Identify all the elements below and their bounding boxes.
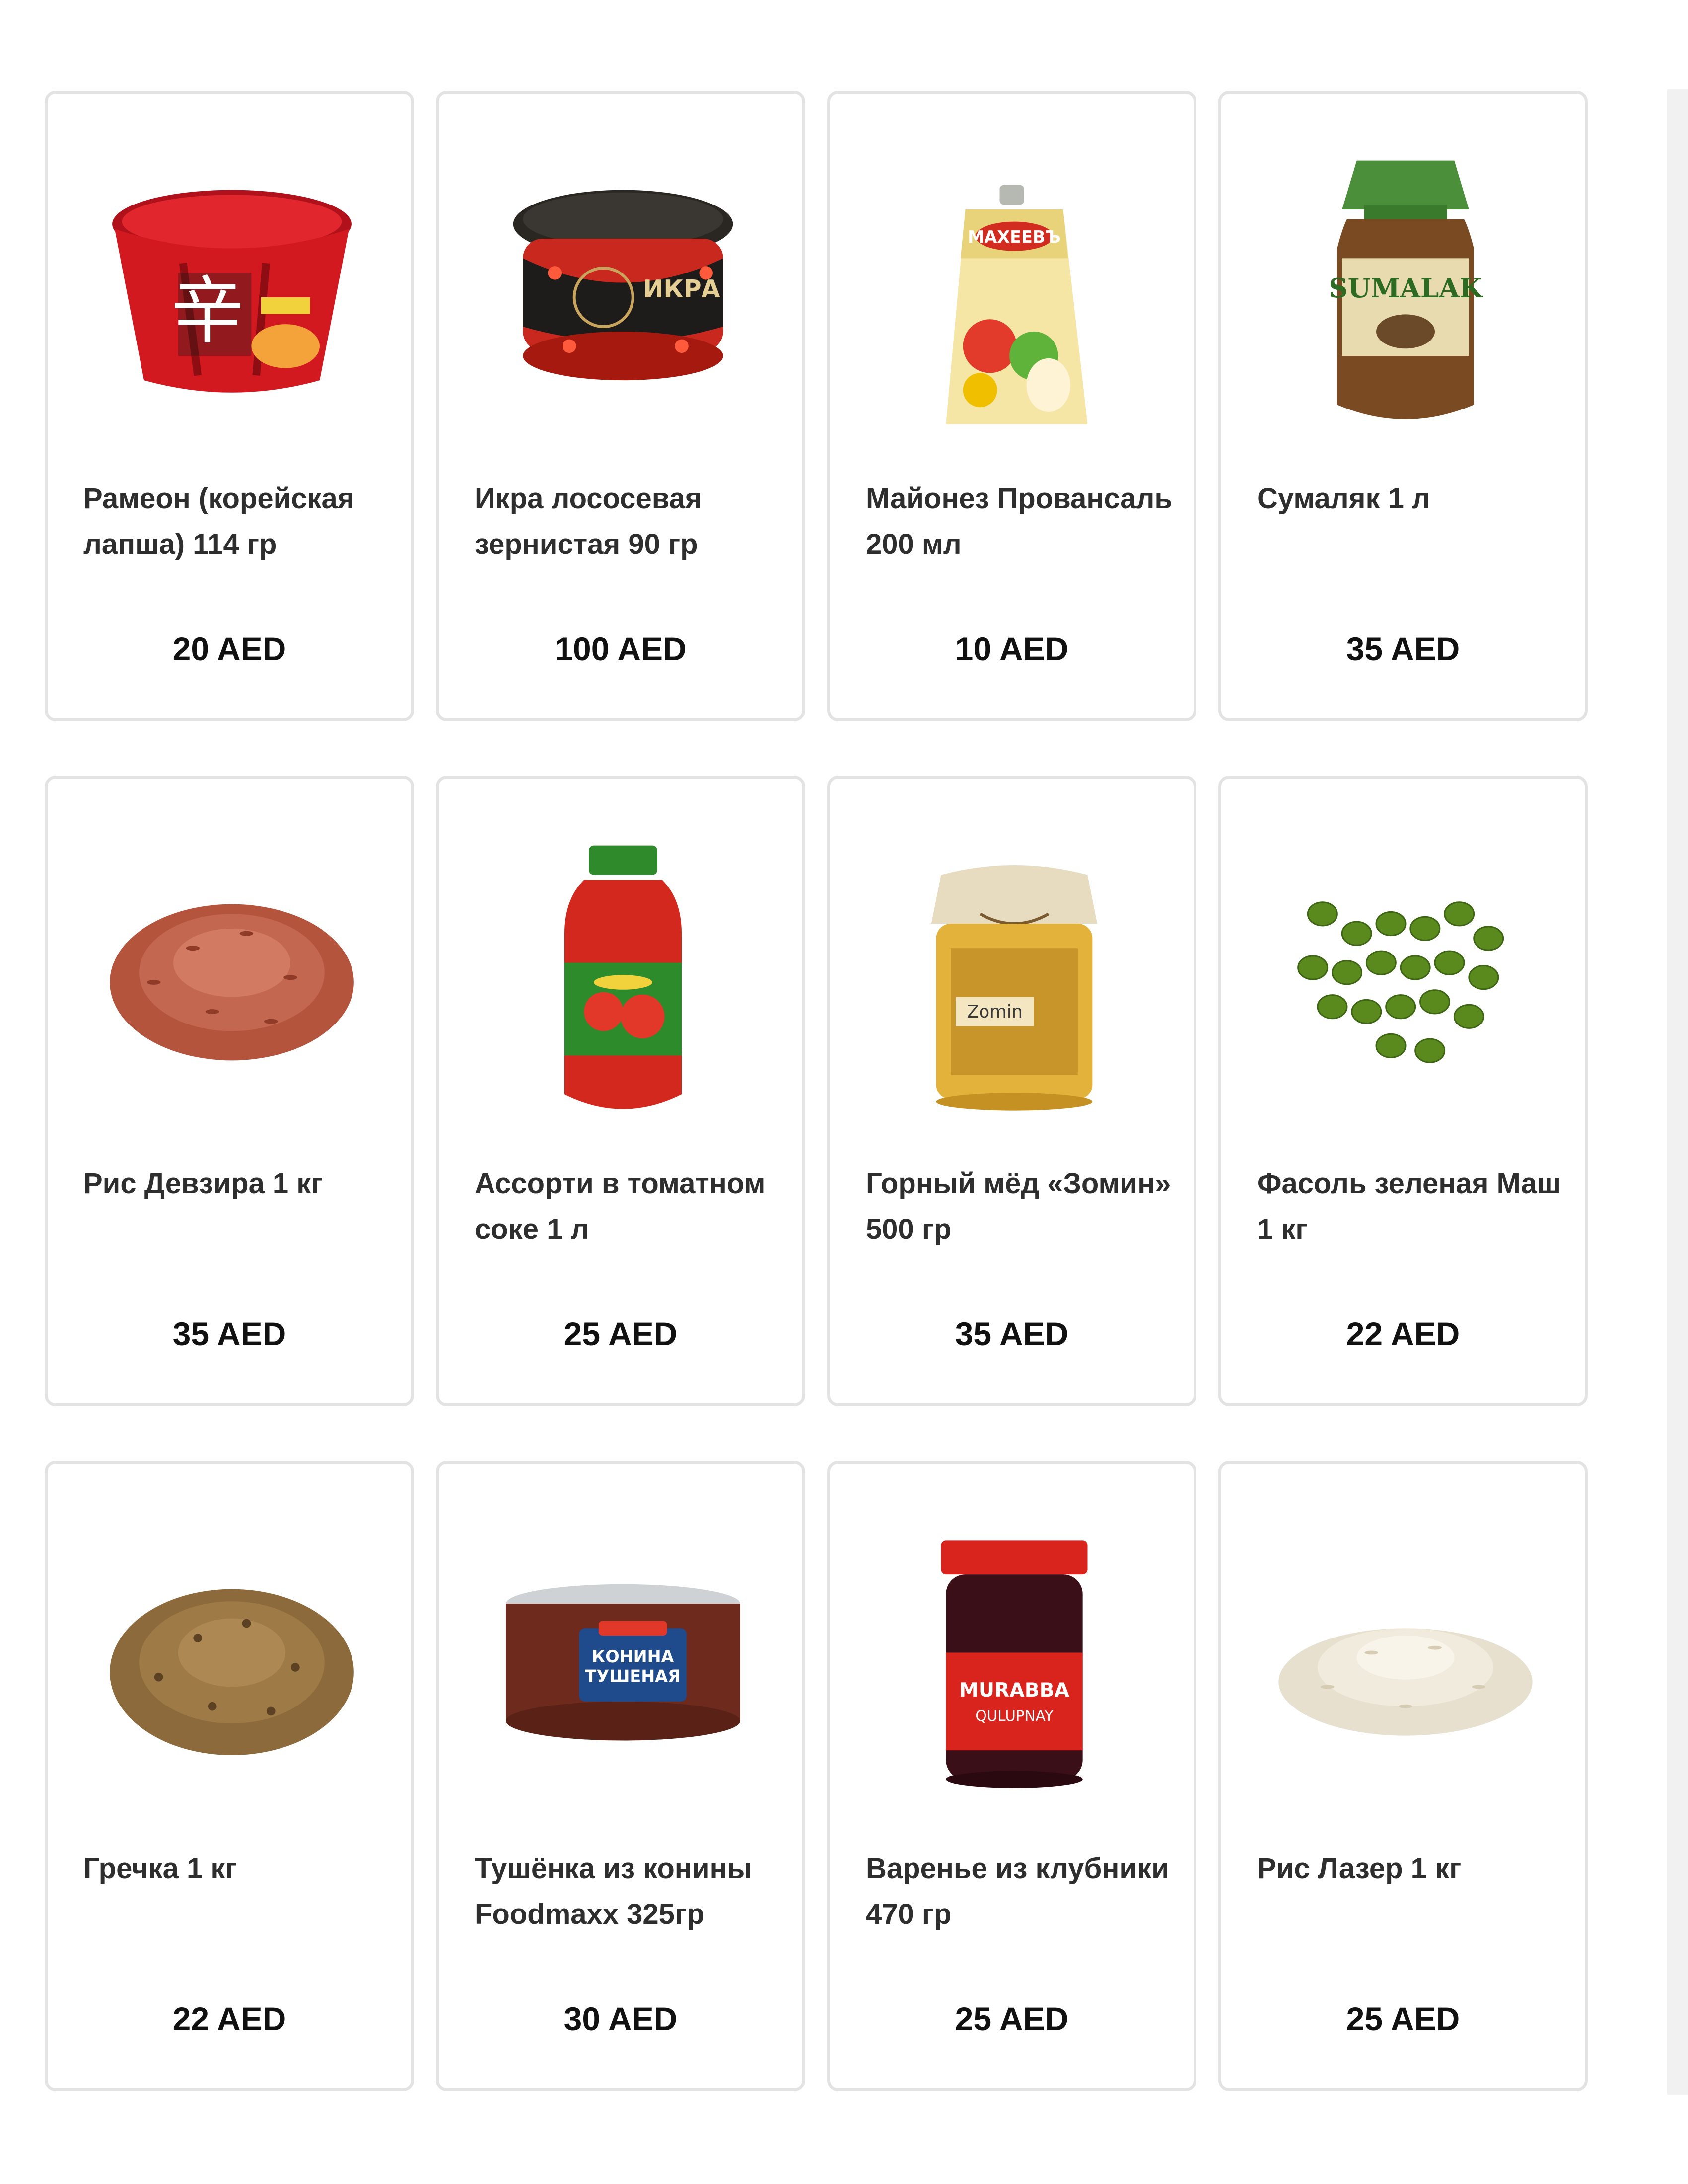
product-title[interactable]: Икра лососевая зернистая 90 гр [475, 476, 782, 567]
product-price: 22 AED [1346, 1315, 1460, 1352]
product-image[interactable] [85, 833, 378, 1131]
product-title[interactable]: Рис Лазер 1 кг [1257, 1846, 1565, 1892]
product-image[interactable]: Zomin [868, 833, 1161, 1131]
product-price: 20 AED [172, 630, 286, 667]
svg-text:МАХЕЕВЪ: МАХЕЕВЪ [968, 227, 1060, 247]
right-panel [1667, 89, 1688, 2095]
product-price: 25 AED [1346, 2000, 1460, 2037]
product-image[interactable] [85, 1518, 378, 1816]
product-price: 25 AED [563, 1315, 678, 1352]
mung-beans-icon [1297, 901, 1504, 1063]
product-title[interactable]: Варенье из клубники 470 гр [866, 1846, 1174, 1937]
product-title[interactable]: Рамеон (корейская лапша) 114 гр [83, 476, 391, 567]
svg-text:Zomin: Zomin [967, 1002, 1023, 1022]
mayonnaise-pouch-icon: МАХЕЕВЪ [946, 185, 1088, 424]
product-price: 35 AED [172, 1315, 286, 1352]
product-title[interactable]: Фасоль зеленая Маш 1 кг [1257, 1161, 1565, 1252]
product-price: 35 AED [955, 1315, 1069, 1352]
product-card[interactable]: МАХЕЕВЪ Майонез Провансаль 200 мл 10 AED [827, 91, 1196, 721]
product-card[interactable]: Гречка 1 кг 22 AED [45, 1461, 414, 2091]
product-image[interactable]: ИКРА [477, 148, 770, 446]
svg-text:ТУШЕНАЯ: ТУШЕНАЯ [585, 1667, 681, 1686]
ramen-bowl-icon: 辛 [112, 190, 352, 393]
caviar-jar-icon: ИКРА [513, 190, 733, 381]
svg-text:КОНИНА: КОНИНА [592, 1647, 674, 1666]
product-price: 30 AED [563, 2000, 678, 2037]
product-title[interactable]: Тушёнка из конины Foodmaxx 325гр [475, 1846, 782, 1937]
product-card[interactable]: Ассорти в томатном соке 1 л 25 AED [436, 776, 805, 1406]
product-title[interactable]: Ассорти в томатном соке 1 л [475, 1161, 782, 1252]
svg-text:MURABBA: MURABBA [959, 1679, 1070, 1702]
product-image[interactable]: MURABBA QULUPNAY [868, 1518, 1161, 1816]
sumalak-jar-icon: SUMALAK [1329, 160, 1483, 419]
product-card[interactable]: Рис Лазер 1 кг 25 AED [1218, 1461, 1588, 2091]
product-price: 100 AED [555, 630, 687, 667]
product-card[interactable]: ИКРА Икра лососевая зернистая 90 гр 100 … [436, 91, 805, 721]
product-image[interactable] [477, 833, 770, 1131]
product-price: 22 AED [172, 2000, 286, 2037]
meat-can-icon: КОНИНА ТУШЕНАЯ [506, 1584, 740, 1741]
product-image[interactable]: SUMALAK [1259, 148, 1552, 446]
product-card[interactable]: MURABBA QULUPNAY Варенье из клубники 470… [827, 1461, 1196, 2091]
product-grid: 辛 Рамеон (корейская лапша) 114 гр 20 AED… [45, 91, 1589, 2091]
product-image[interactable] [1259, 1518, 1552, 1816]
product-title[interactable]: Рис Девзира 1 кг [83, 1161, 391, 1207]
honey-jar-icon: Zomin [931, 865, 1098, 1111]
strawberry-jam-jar-icon: MURABBA QULUPNAY [941, 1540, 1088, 1788]
product-title[interactable]: Майонез Провансаль 200 мл [866, 476, 1174, 567]
product-title[interactable]: Гречка 1 кг [83, 1846, 391, 1892]
product-title[interactable]: Горный мёд «Зомин» 500 гр [866, 1161, 1174, 1252]
red-rice-pile-icon [110, 904, 354, 1061]
product-card[interactable]: Фасоль зеленая Маш 1 кг 22 AED [1218, 776, 1588, 1406]
product-price: 25 AED [955, 2000, 1069, 2037]
product-card[interactable]: Zomin Горный мёд «Зомин» 500 гр 35 AED [827, 776, 1196, 1406]
product-image[interactable] [1259, 833, 1552, 1131]
svg-text:QULUPNAY: QULUPNAY [975, 1707, 1054, 1724]
product-card[interactable]: 辛 Рамеон (корейская лапша) 114 гр 20 AED [45, 91, 414, 721]
svg-text:SUMALAK: SUMALAK [1329, 273, 1483, 304]
product-card[interactable]: Рис Девзира 1 кг 35 AED [45, 776, 414, 1406]
product-image[interactable]: 辛 [85, 148, 378, 446]
product-price: 35 AED [1346, 630, 1460, 667]
white-rice-pile-icon [1278, 1628, 1533, 1736]
tomato-jar-icon [564, 845, 682, 1109]
product-title[interactable]: Сумаляк 1 л [1257, 476, 1565, 522]
product-price: 10 AED [955, 630, 1069, 667]
buckwheat-pile-icon [110, 1589, 354, 1755]
product-image[interactable]: МАХЕЕВЪ [868, 148, 1161, 446]
svg-text:辛: 辛 [171, 269, 244, 354]
product-card[interactable]: КОНИНА ТУШЕНАЯ Тушёнка из конины Foodmax… [436, 1461, 805, 2091]
product-card[interactable]: SUMALAK Сумаляк 1 л 35 AED [1218, 91, 1588, 721]
product-image[interactable]: КОНИНА ТУШЕНАЯ [477, 1518, 770, 1816]
